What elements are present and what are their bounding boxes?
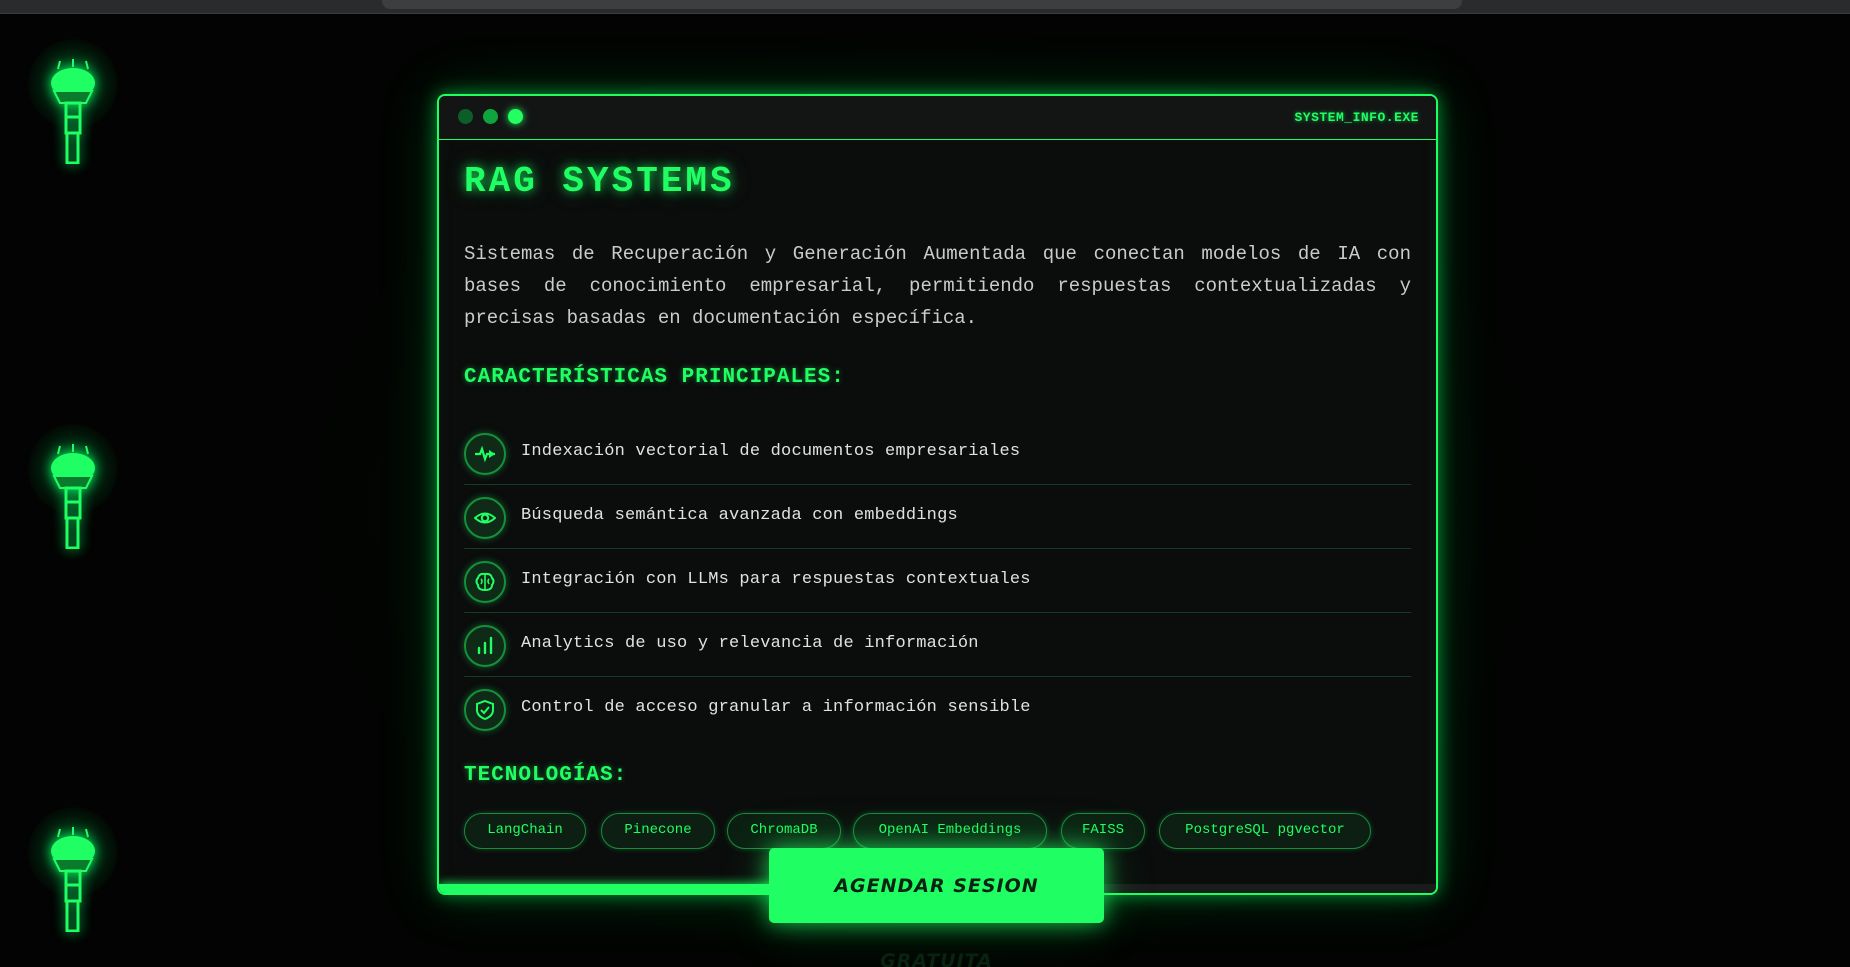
feature-item: Indexación vectorial de documentos empre… bbox=[464, 421, 1411, 485]
tech-tag: PostgreSQL pgvector bbox=[1159, 813, 1371, 849]
bar-chart-icon bbox=[464, 625, 506, 667]
feature-label: Integración con LLMs para respuestas con… bbox=[521, 570, 1031, 589]
window-title: SYSTEM_INFO.EXE bbox=[1294, 110, 1419, 125]
tech-tag: FAISS bbox=[1061, 813, 1145, 849]
system-info-window: SYSTEM_INFO.EXE RAG SYSTEMS Sistemas de … bbox=[437, 94, 1438, 895]
features-heading: CARACTERÍSTICAS PRINCIPALES: bbox=[464, 366, 845, 389]
brain-icon bbox=[464, 561, 506, 603]
page-title: RAG SYSTEMS bbox=[464, 161, 735, 202]
address-bar[interactable] bbox=[382, 0, 1462, 9]
feature-item: Analytics de uso y relevancia de informa… bbox=[464, 613, 1411, 677]
features-list: Indexación vectorial de documentos empre… bbox=[464, 421, 1411, 740]
window-close-dot[interactable] bbox=[458, 109, 473, 124]
feature-label: Analytics de uso y relevancia de informa… bbox=[521, 634, 979, 653]
shield-check-icon bbox=[464, 689, 506, 731]
tech-tag: ChromaDB bbox=[727, 813, 841, 849]
robot-mascot-icon bbox=[28, 424, 118, 549]
robot-mascot-icon bbox=[28, 39, 118, 164]
page-description: Sistemas de Recuperación y Generación Au… bbox=[464, 243, 1411, 329]
feature-label: Indexación vectorial de documentos empre… bbox=[521, 442, 1021, 461]
window-maximize-dot[interactable] bbox=[508, 109, 523, 124]
eye-icon bbox=[464, 497, 506, 539]
feature-item: Búsqueda semántica avanzada con embeddin… bbox=[464, 485, 1411, 549]
feature-label: Control de acceso granular a información… bbox=[521, 698, 1031, 717]
tech-tag: Pinecone bbox=[601, 813, 715, 849]
feature-label: Búsqueda semántica avanzada con embeddin… bbox=[521, 506, 958, 525]
robot-mascot-icon bbox=[28, 807, 118, 932]
technologies-heading: TECNOLOGÍAS: bbox=[464, 764, 628, 787]
feature-item: Integración con LLMs para respuestas con… bbox=[464, 549, 1411, 613]
window-titlebar: SYSTEM_INFO.EXE bbox=[439, 96, 1436, 140]
schedule-session-button[interactable]: AGENDAR SESION GRATUITA bbox=[769, 848, 1104, 967]
window-minimize-dot[interactable] bbox=[483, 109, 498, 124]
feature-item: Control de acceso granular a información… bbox=[464, 677, 1411, 740]
tech-tag: OpenAI Embeddings bbox=[853, 813, 1047, 849]
tech-tag: LangChain bbox=[464, 813, 586, 849]
pulse-icon bbox=[464, 433, 506, 475]
browser-top-strip bbox=[0, 0, 1850, 14]
